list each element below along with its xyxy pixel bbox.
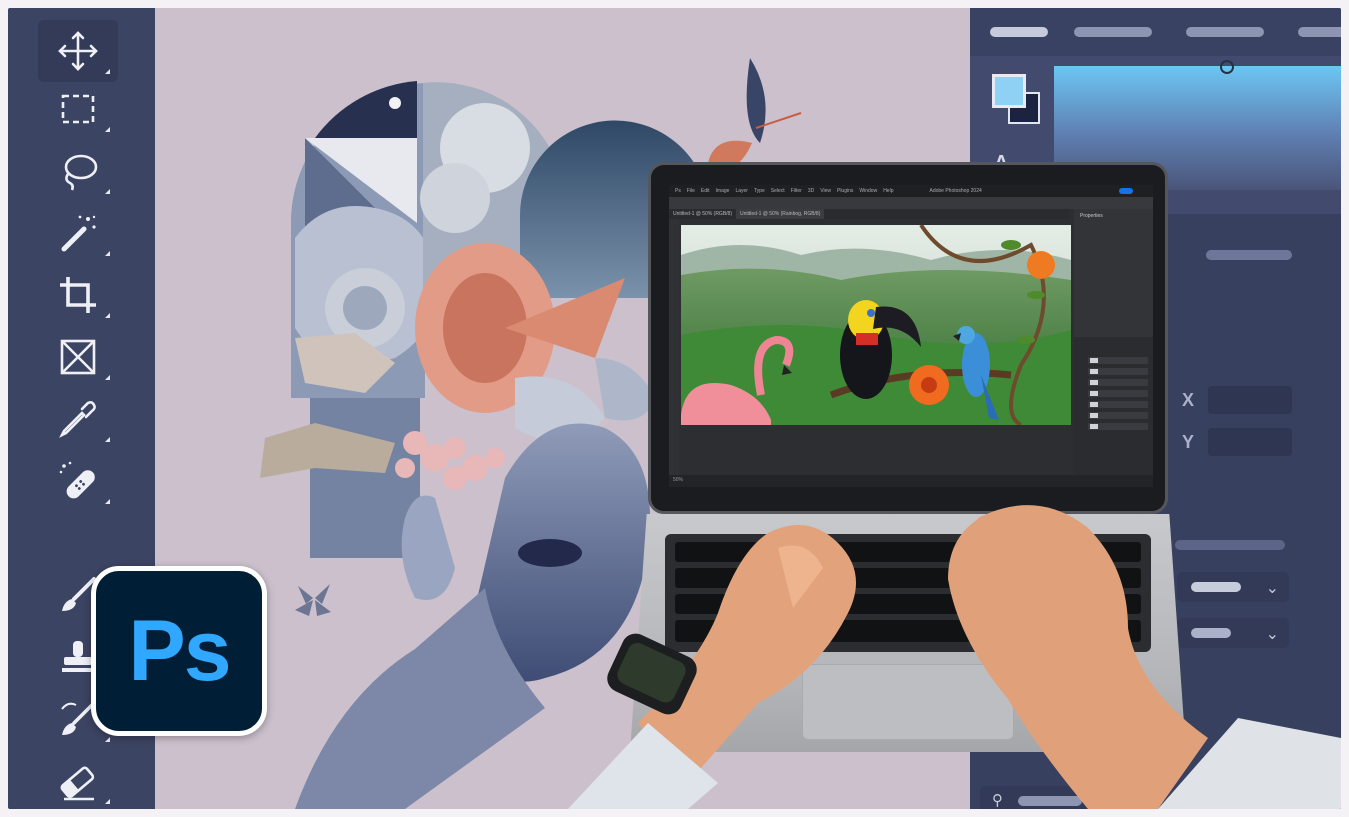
ps-doc-tab[interactable]: Untitled-1 @ 50% (RGB/8) [673,209,732,219]
ps-menu-item[interactable]: Ps [675,188,681,194]
ps-menu-item[interactable]: Select [771,188,785,194]
panel-tab-active[interactable] [990,27,1048,37]
ps-menu-item[interactable]: Plugins [837,188,853,194]
foreground-color-swatch[interactable] [992,74,1026,108]
ps-zoom-status: 50% [673,477,684,483]
ps-layer[interactable] [1088,368,1148,375]
lasso-icon [64,154,98,191]
ps-menu-item[interactable]: 3D [808,188,814,194]
color-picker-handle[interactable] [1220,60,1234,74]
y-field[interactable] [1208,428,1292,456]
ps-toolbar [669,219,679,487]
ps-menu-item[interactable]: View [820,188,831,194]
lasso-tool[interactable] [38,140,118,202]
panel-tab[interactable] [1074,27,1152,37]
ps-menubar: Ps File Edit Image Layer Type Select Fil… [669,185,1153,197]
move-tool[interactable] [38,20,118,82]
ps-status-bar: 50% [669,475,1153,487]
ps-properties-panel: Properties [1074,209,1153,487]
ps-menu-item[interactable]: Type [754,188,765,194]
share-button[interactable] [1119,188,1133,194]
logo-text: Ps [128,602,231,699]
ps-doc-tabs: Untitled-1 @ 50% (RGB/8) Untitled-1 @ 50… [669,209,1069,219]
ps-app-title: Adobe Photoshop 2024 [929,188,982,194]
ps-layer[interactable] [1088,401,1148,408]
eraser-icon [60,766,95,801]
move-icon [58,31,98,71]
healing-brush-tool[interactable] [38,450,118,512]
ps-layer[interactable] [1088,423,1148,430]
left-hand [568,525,856,809]
page-frame: A X Y ⌄ ⌄ ⚲⌄ Ps File Edit Image La [8,8,1341,809]
ps-layer[interactable] [1088,412,1148,419]
healing-brush-icon [59,461,95,499]
laptop-screen: Ps File Edit Image Layer Type Select Fil… [669,185,1153,487]
eyedropper-icon [59,401,96,438]
x-field[interactable] [1208,386,1292,414]
panel-tab[interactable] [1298,27,1341,37]
eyedropper-tool[interactable] [38,388,118,450]
frame-icon [60,339,96,375]
panel-heading-bar [1206,250,1292,260]
ps-menu-item[interactable]: Layer [735,188,748,194]
ps-menu-item[interactable]: Edit [701,188,710,194]
ps-layer[interactable] [1088,379,1148,386]
eraser-tool[interactable] [38,750,118,809]
y-label: Y [1182,432,1195,452]
ps-document-artwork [681,225,1071,425]
crop-icon [60,277,96,313]
ps-options-bar [669,197,1153,209]
ps-menu-item[interactable]: Window [859,188,877,194]
ps-menu-item[interactable]: Image [716,188,730,194]
panel-tabs [970,8,1341,56]
ps-doc-tab-active[interactable]: Untitled-1 @ 50% (Rainbog, RGB/8) [735,209,825,219]
frame-tool[interactable] [38,326,118,388]
ps-props-title: Properties [1080,213,1103,219]
ps-layer[interactable] [1088,390,1148,397]
marquee-tool[interactable] [38,78,118,140]
ps-menu-item[interactable]: File [687,188,695,194]
magic-wand-icon [61,215,96,252]
laptop-lid: Ps File Edit Image Layer Type Select Fil… [648,162,1168,514]
x-label: X [1182,390,1195,410]
crop-tool[interactable] [38,264,118,326]
ps-menu-item[interactable]: Filter [791,188,802,194]
photoshop-logo: Ps [91,566,267,736]
marquee-icon [61,94,95,124]
right-hand [948,505,1341,809]
ps-layers-panel [1074,337,1153,487]
panel-tab[interactable] [1186,27,1264,37]
ps-layer[interactable] [1088,357,1148,364]
magic-wand-tool[interactable] [38,202,118,264]
jungle-birds-image [681,225,1071,425]
ps-menu-item[interactable]: Help [883,188,893,194]
